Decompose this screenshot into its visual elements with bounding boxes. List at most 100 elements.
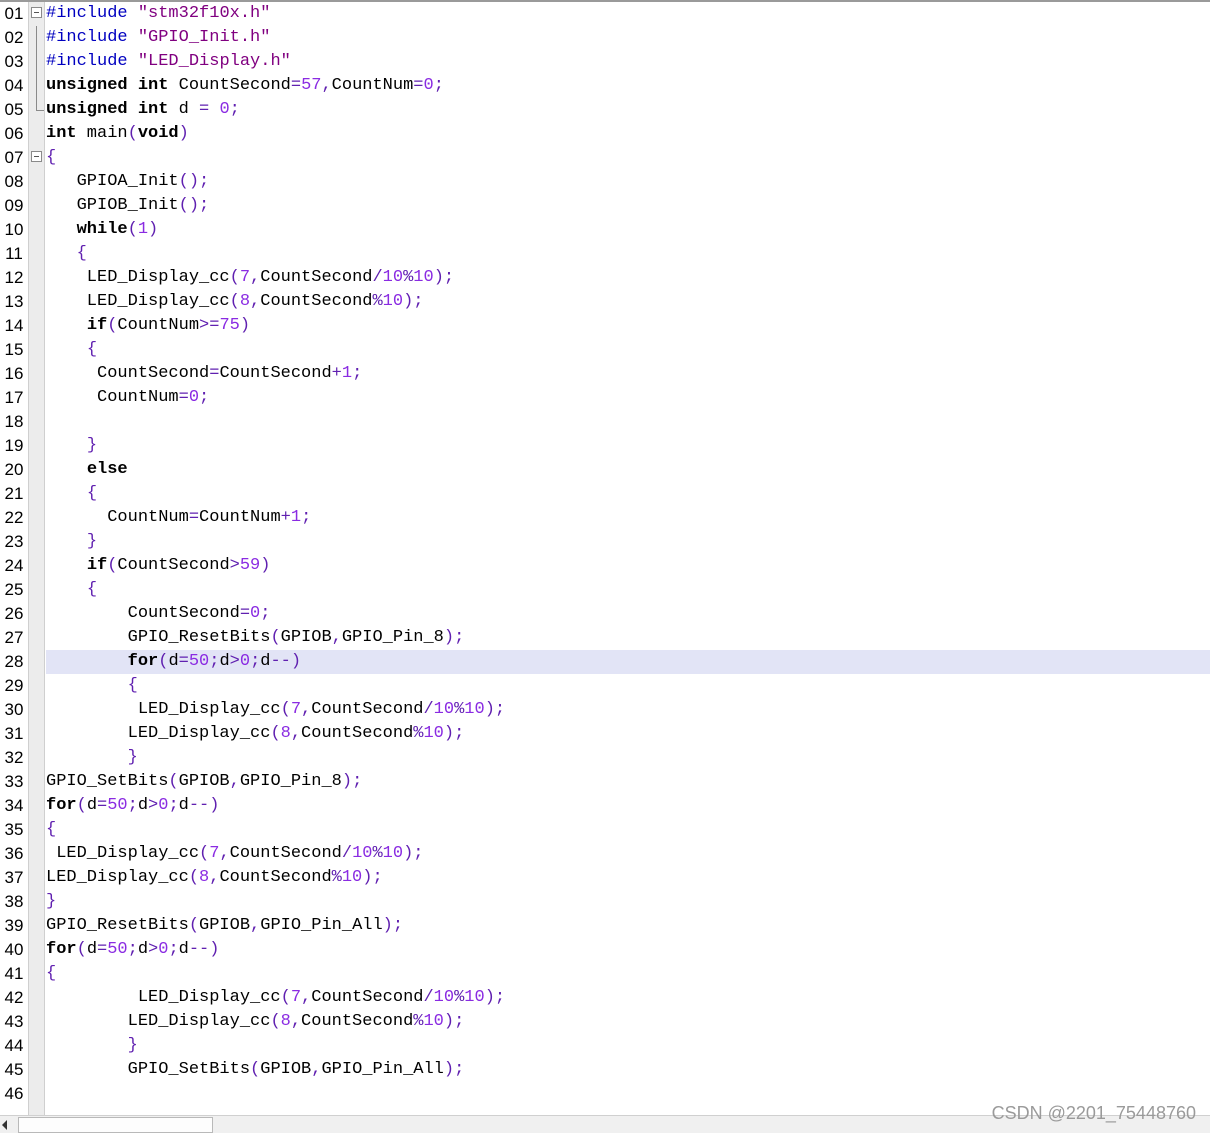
code-line[interactable]: 04 unsigned int CountSecond=57,CountNum=0…: [0, 74, 1210, 98]
code-line[interactable]: 34 for(d=50;d>0;d--): [0, 794, 1210, 818]
code-line[interactable]: 35 {: [0, 818, 1210, 842]
line-number: 05: [4, 100, 24, 119]
code-line[interactable]: 43 LED_Display_cc(8,CountSecond%10);: [0, 1010, 1210, 1034]
line-number: 07: [4, 148, 24, 167]
code-line[interactable]: 41 {: [0, 962, 1210, 986]
code-line[interactable]: 07 {: [0, 146, 1210, 170]
code-text: {: [46, 964, 57, 983]
line-number: 45: [4, 1060, 24, 1079]
code-line[interactable]: 25 {: [0, 578, 1210, 602]
code-line[interactable]: 27 GPIO_ResetBits(GPIOB,GPIO_Pin_8);: [0, 626, 1210, 650]
code-text: LED_Display_cc(8,CountSecond%10);: [46, 1012, 465, 1031]
line-number: 30: [4, 700, 24, 719]
line-number: 25: [4, 580, 24, 599]
code-line[interactable]: 05 unsigned int d = 0;: [0, 98, 1210, 122]
code-line[interactable]: 20 else: [0, 458, 1210, 482]
code-text: #include "LED_Display.h": [46, 52, 291, 71]
fold-collapse-icon[interactable]: [31, 151, 42, 162]
scrollbar-thumb[interactable]: [18, 1117, 213, 1133]
line-number: 03: [4, 52, 24, 71]
code-line[interactable]: 01 #include "stm32f10x.h": [0, 2, 1210, 26]
code-line[interactable]: 10 while(1): [0, 218, 1210, 242]
fold-end-marker: [36, 98, 44, 111]
line-number: 36: [4, 844, 24, 863]
arrow-left-icon[interactable]: [2, 1120, 7, 1130]
code-line[interactable]: 44 }: [0, 1034, 1210, 1058]
code-text: if(CountSecond>59): [86, 556, 271, 575]
code-line[interactable]: 18: [0, 410, 1210, 434]
code-text: {: [46, 820, 57, 839]
line-number: 02: [4, 28, 24, 47]
code-text: else: [86, 460, 128, 479]
code-line[interactable]: 21 {: [0, 482, 1210, 506]
fold-guide: [36, 50, 37, 74]
code-text: for(d=50;d>0;d--): [46, 796, 220, 815]
code-text: while(1): [76, 220, 159, 239]
code-text: GPIO_ResetBits(GPIOB,GPIO_Pin_All);: [46, 916, 404, 935]
line-number: 18: [4, 412, 24, 431]
code-line[interactable]: 42 LED_Display_cc(7,CountSecond/10%10);: [0, 986, 1210, 1010]
code-line[interactable]: 40 for(d=50;d>0;d--): [0, 938, 1210, 962]
line-number: 17: [4, 388, 24, 407]
code-line[interactable]: 36 LED_Display_cc(7,CountSecond/10%10);: [0, 842, 1210, 866]
code-line[interactable]: 12 LED_Display_cc(7,CountSecond/10%10);: [0, 266, 1210, 290]
line-number: 14: [4, 316, 24, 335]
code-text: CountSecond=0;: [46, 604, 271, 623]
code-line[interactable]: 45 GPIO_SetBits(GPIOB,GPIO_Pin_All);: [0, 1058, 1210, 1082]
code-line[interactable]: 08 GPIOA_Init();: [0, 170, 1210, 194]
line-number: 19: [4, 436, 24, 455]
code-line[interactable]: 30 LED_Display_cc(7,CountSecond/10%10);: [0, 698, 1210, 722]
code-text: unsigned int CountSecond=57,CountNum=0;: [46, 76, 444, 95]
code-line[interactable]: 06 int main(void): [0, 122, 1210, 146]
code-line[interactable]: 38}: [0, 890, 1210, 914]
fold-collapse-icon[interactable]: [31, 7, 42, 18]
code-text: {: [127, 676, 138, 695]
line-number: 20: [4, 460, 24, 479]
code-line[interactable]: 33 GPIO_SetBits(GPIOB,GPIO_Pin_8);: [0, 770, 1210, 794]
code-line[interactable]: 39 GPIO_ResetBits(GPIOB,GPIO_Pin_All);: [0, 914, 1210, 938]
code-line[interactable]: 37 LED_Display_cc(8,CountSecond%10);: [0, 866, 1210, 890]
code-line[interactable]: 14 if(CountNum>=75): [0, 314, 1210, 338]
code-line[interactable]: 02 #include "GPIO_Init.h": [0, 26, 1210, 50]
code-line[interactable]: 32 }: [0, 746, 1210, 770]
code-text: CountSecond=CountSecond+1;: [46, 364, 363, 383]
code-line[interactable]: 28 for(d=50;d>0;d--): [0, 650, 1210, 674]
code-line[interactable]: 03 #include "LED_Display.h": [0, 50, 1210, 74]
code-text: #include "stm32f10x.h": [46, 4, 271, 23]
code-text: }: [127, 1036, 138, 1055]
line-number: 35: [4, 820, 24, 839]
code-text: LED_Display_cc(7,CountSecond/10%10);: [46, 988, 506, 1007]
code-text: if(CountNum>=75): [86, 316, 251, 335]
code-line[interactable]: 22 CountNum=CountNum+1;: [0, 506, 1210, 530]
code-text: LED_Display_cc(8,CountSecond%10);: [46, 292, 424, 311]
code-text: }: [46, 892, 57, 911]
watermark: CSDN @2201_75448760: [991, 1103, 1196, 1123]
code-line[interactable]: 19 }: [0, 434, 1210, 458]
code-line[interactable]: 16 CountSecond=CountSecond+1;: [0, 362, 1210, 386]
line-number: 12: [4, 268, 24, 287]
line-number: 37: [4, 868, 24, 887]
line-number: 06: [4, 124, 24, 143]
line-number: 04: [4, 76, 24, 95]
line-number: 41: [4, 964, 24, 983]
line-number: 44: [4, 1036, 24, 1055]
line-number: 28: [4, 652, 24, 671]
code-line[interactable]: 17 CountNum=0;: [0, 386, 1210, 410]
code-text: }: [86, 436, 98, 455]
code-line[interactable]: 13 LED_Display_cc(8,CountSecond%10);: [0, 290, 1210, 314]
code-line[interactable]: 29 {: [0, 674, 1210, 698]
code-text: LED_Display_cc(7,CountSecond/10%10);: [46, 700, 506, 719]
code-text: for(d=50;d>0;d--): [46, 650, 1210, 674]
code-line[interactable]: 24 if(CountSecond>59): [0, 554, 1210, 578]
code-line[interactable]: 23 }: [0, 530, 1210, 554]
code-line[interactable]: 11 {: [0, 242, 1210, 266]
code-line[interactable]: 15 {: [0, 338, 1210, 362]
line-number: 32: [4, 748, 24, 767]
code-text: GPIO_ResetBits(GPIOB,GPIO_Pin_8);: [46, 628, 465, 647]
code-line[interactable]: 09 GPIOB_Init();: [0, 194, 1210, 218]
code-line[interactable]: 26 CountSecond=0;: [0, 602, 1210, 626]
line-number: 11: [5, 244, 23, 263]
line-number: 43: [4, 1012, 24, 1031]
code-editor[interactable]: 01 #include "stm32f10x.h" 02 #include "GPIO…: [0, 0, 1210, 1133]
code-line[interactable]: 31 LED_Display_cc(8,CountSecond%10);: [0, 722, 1210, 746]
